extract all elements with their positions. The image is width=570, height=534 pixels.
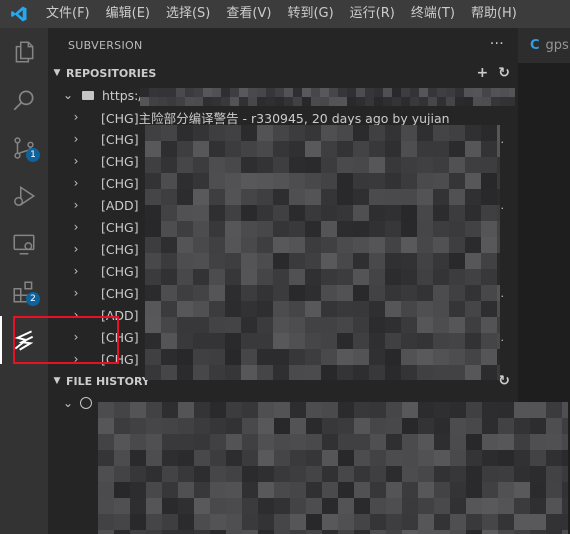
- chevron-down-icon: ⌄: [62, 88, 74, 102]
- redaction-mosaic: [145, 125, 500, 380]
- commit-label: [ADD]: [101, 197, 139, 213]
- activity-bar: 1 2: [0, 28, 48, 534]
- commit-label: [CHG]主险部分编译警告 - r330945, 20 days ago by …: [101, 110, 450, 126]
- editor-tab[interactable]: C gps: [518, 28, 570, 63]
- repositories-title: REPOSITORIES: [66, 66, 157, 80]
- more-actions-button[interactable]: ···: [490, 36, 504, 52]
- chevron-right-icon: ›: [73, 154, 79, 168]
- c-file-icon: C: [530, 38, 540, 53]
- search-button[interactable]: [0, 76, 48, 124]
- menu-edit[interactable]: 编辑(E): [98, 0, 158, 28]
- redaction-mosaic: [98, 402, 568, 534]
- files-icon: [15, 41, 34, 63]
- source-control-button[interactable]: 1: [0, 124, 48, 172]
- file-history-actions: ↻: [498, 370, 510, 392]
- menu-selection[interactable]: 选择(S): [158, 0, 218, 28]
- explorer-button[interactable]: [0, 28, 48, 76]
- redaction-mosaic: [140, 88, 515, 106]
- chevron-right-icon: ›: [73, 176, 79, 190]
- active-indicator: [0, 316, 2, 364]
- editor-tab-label: gps: [545, 38, 569, 53]
- repositories-actions: + ↻: [477, 62, 510, 84]
- commit-label: [CHG]: [101, 153, 139, 169]
- sidebar-title: SUBVERSION: [68, 38, 143, 52]
- menu-run[interactable]: 运行(R): [342, 0, 403, 28]
- file-history-title: FILE HISTORY: [66, 374, 150, 388]
- run-debug-icon: [14, 185, 36, 207]
- history-icon: [80, 397, 92, 409]
- search-icon: [13, 90, 34, 111]
- menu-terminal[interactable]: 终端(T): [403, 0, 463, 28]
- chevron-down-icon: ▼: [53, 376, 61, 386]
- extensions-button[interactable]: 2: [0, 268, 48, 316]
- commit-label: [CHG]: [101, 175, 139, 191]
- refresh-icon[interactable]: ↻: [498, 65, 510, 81]
- chevron-right-icon: ›: [73, 242, 79, 256]
- chevron-right-icon: ›: [73, 220, 79, 234]
- extensions-badge: 2: [26, 292, 40, 306]
- commit-label: [CHG]: [101, 263, 139, 279]
- menu-file[interactable]: 文件(F): [38, 0, 98, 28]
- menu-go[interactable]: 转到(G): [279, 0, 341, 28]
- commit-label: [CHG]: [101, 241, 139, 257]
- menu-view[interactable]: 查看(V): [218, 0, 279, 28]
- chevron-right-icon: ›: [73, 198, 79, 212]
- vscode-logo-icon: [11, 6, 27, 22]
- chevron-down-icon: ⌄: [62, 396, 74, 410]
- remote-explorer-icon: [13, 234, 35, 255]
- chevron-right-icon: ›: [73, 286, 79, 300]
- commit-label: [CHG]: [101, 285, 139, 301]
- scm-badge: 1: [26, 148, 40, 162]
- chevron-right-icon: ›: [73, 264, 79, 278]
- menu-help[interactable]: 帮助(H): [463, 0, 525, 28]
- commit-label: [CHG]: [101, 131, 139, 147]
- commit-label: [CHG]: [101, 219, 139, 235]
- sidebar-header: SUBVERSION ···: [48, 28, 518, 62]
- chevron-right-icon: ›: [73, 110, 79, 124]
- menu-bar: 文件(F) 编辑(E) 选择(S) 查看(V) 转到(G) 运行(R) 终端(T…: [0, 0, 570, 28]
- run-debug-button[interactable]: [0, 172, 48, 220]
- remote-explorer-button[interactable]: [0, 220, 48, 268]
- add-icon[interactable]: +: [477, 65, 489, 81]
- highlight-box: [13, 316, 119, 364]
- folder-icon: [82, 90, 94, 100]
- chevron-right-icon: ›: [73, 132, 79, 146]
- chevron-down-icon: ▼: [53, 68, 61, 78]
- repositories-section-header[interactable]: ▼ REPOSITORIES + ↻: [48, 62, 518, 84]
- refresh-icon[interactable]: ↻: [498, 373, 510, 389]
